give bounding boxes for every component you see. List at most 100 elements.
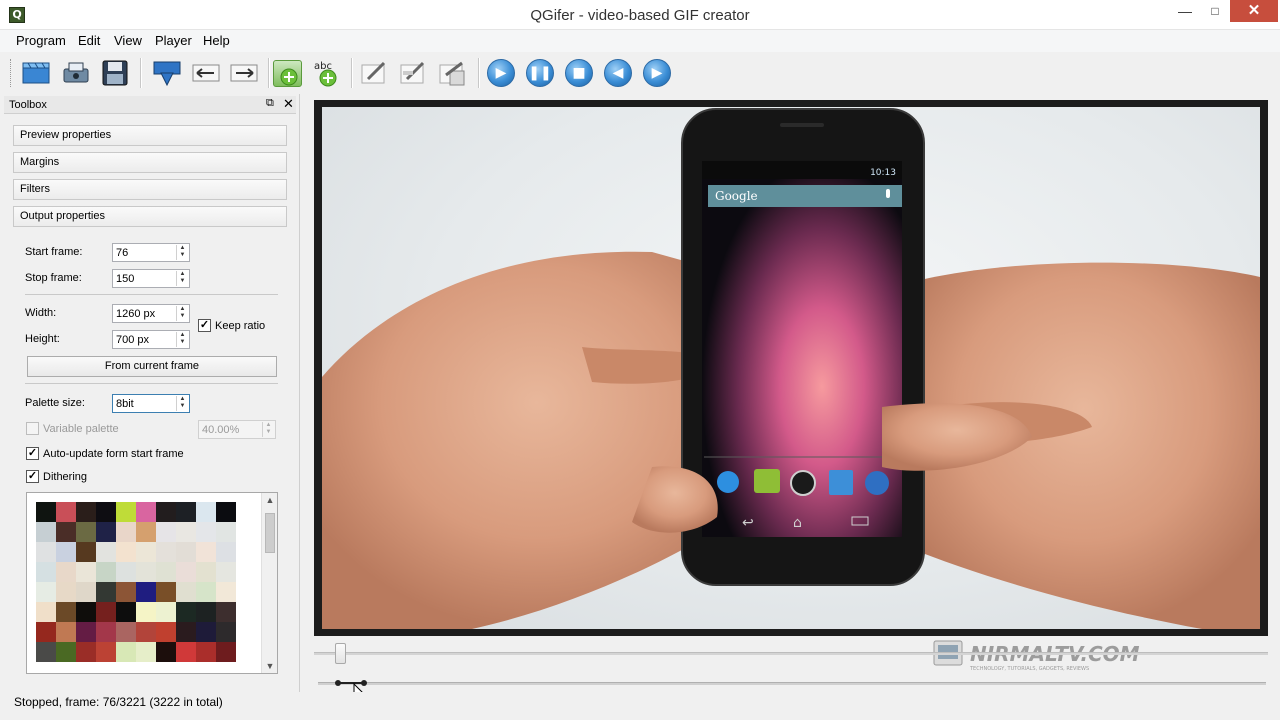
palette-swatch <box>216 522 236 542</box>
spin-down-icon[interactable]: ▼ <box>177 339 188 346</box>
spin-up-icon[interactable]: ▲ <box>263 422 274 429</box>
spin-up-icon[interactable]: ▲ <box>177 245 188 252</box>
palette-swatch <box>116 622 136 642</box>
height-spinbox[interactable]: 700 px ▲ ▼ <box>112 330 190 349</box>
palette-swatch <box>116 522 136 542</box>
palette-swatch <box>216 582 236 602</box>
divider <box>25 294 278 295</box>
variable-palette-label: Variable palette <box>43 423 119 435</box>
palette-swatch <box>36 522 56 542</box>
section-output-properties[interactable]: Output properties <box>13 206 287 227</box>
stop-frame-value: 150 <box>116 273 135 285</box>
palette-swatch <box>36 622 56 642</box>
spin-down-icon[interactable]: ▼ <box>177 313 188 320</box>
palette-swatch <box>136 502 156 522</box>
open-video-icon[interactable] <box>20 57 52 89</box>
palette-swatch <box>156 522 176 542</box>
palette-swatch <box>116 542 136 562</box>
next-icon[interactable]: ▶ <box>641 57 673 89</box>
play-icon[interactable]: ▶ <box>485 57 517 89</box>
dithering-label: Dithering <box>43 471 88 483</box>
spin-up-icon[interactable]: ▲ <box>177 396 188 403</box>
scroll-up-icon[interactable]: ▲ <box>262 493 277 507</box>
palette-swatch <box>76 542 96 562</box>
palette-swatch <box>136 622 156 642</box>
auto-update-checkbox[interactable]: ✓ <box>26 447 39 460</box>
palette-swatch <box>76 602 96 622</box>
extract-gif-icon[interactable] <box>60 57 92 89</box>
menu-player[interactable]: Player <box>155 33 192 48</box>
add-text-icon[interactable]: abc <box>311 57 343 89</box>
scroll-thumb[interactable] <box>265 513 275 553</box>
toolbar: abc ▶ ❚❚ ■ ◀ ▶ <box>0 52 1280 94</box>
palette-swatch <box>96 542 116 562</box>
width-spinbox[interactable]: 1260 px ▲ ▼ <box>112 304 190 323</box>
range-slider-track[interactable] <box>318 682 1266 685</box>
section-preview-properties[interactable]: Preview properties <box>13 125 287 146</box>
close-window-button[interactable]: ✕ <box>1230 0 1278 22</box>
toolbox-panel: Toolbox ⧉ ✕ Preview properties Margins F… <box>0 94 300 692</box>
palette-swatch <box>36 582 56 602</box>
palette-swatch <box>196 542 216 562</box>
stop-frame-spinbox[interactable]: 150 ▲ ▼ <box>112 269 190 288</box>
variable-palette-checkbox[interactable] <box>26 422 39 435</box>
maximize-button[interactable]: □ <box>1198 0 1232 22</box>
float-panel-icon[interactable]: ⧉ <box>266 97 274 110</box>
menu-help[interactable]: Help <box>203 33 230 48</box>
scroll-down-icon[interactable]: ▼ <box>262 659 277 673</box>
from-current-frame-button[interactable]: From current frame <box>27 356 277 377</box>
previous-icon[interactable]: ◀ <box>602 57 634 89</box>
save-gif-icon[interactable] <box>99 57 131 89</box>
menu-edit[interactable]: Edit <box>78 33 100 48</box>
palette-swatch <box>36 562 56 582</box>
variable-palette-spinbox[interactable]: 40.00% ▲ ▼ <box>198 420 276 439</box>
palette-swatch <box>196 582 216 602</box>
menu-view[interactable]: View <box>114 33 142 48</box>
set-frames-icon[interactable] <box>151 57 183 89</box>
stop-icon[interactable]: ■ <box>563 57 595 89</box>
toolbox-header: Toolbox ⧉ ✕ <box>4 96 296 114</box>
palette-swatch <box>76 522 96 542</box>
edit-text-icon[interactable] <box>397 57 429 89</box>
height-value: 700 px <box>116 334 150 346</box>
close-panel-icon[interactable]: ✕ <box>283 96 294 112</box>
menu-program[interactable]: Program <box>16 33 66 48</box>
spin-up-icon[interactable]: ▲ <box>177 306 188 313</box>
section-label: Output properties <box>20 210 105 222</box>
set-start-icon[interactable] <box>190 57 222 89</box>
spin-down-icon[interactable]: ▼ <box>177 252 188 259</box>
dithering-checkbox[interactable]: ✓ <box>26 470 39 483</box>
pause-icon[interactable]: ❚❚ <box>524 57 556 89</box>
palette-swatch <box>56 622 76 642</box>
palette-swatch <box>116 562 136 582</box>
palette-scrollbar[interactable]: ▲ ▼ <box>261 493 277 673</box>
toolbar-grip[interactable] <box>10 59 13 87</box>
svg-text:↩: ↩ <box>742 515 754 531</box>
palette-swatch <box>196 602 216 622</box>
palette-swatch <box>56 642 76 662</box>
set-stop-icon[interactable] <box>228 57 260 89</box>
spin-up-icon[interactable]: ▲ <box>177 332 188 339</box>
palette-swatch <box>216 542 236 562</box>
spin-down-icon[interactable]: ▼ <box>263 429 274 436</box>
video-frame: 10:13 Google ↩ ⌂ <box>322 107 1260 629</box>
section-filters[interactable]: Filters <box>13 179 287 200</box>
remove-object-icon[interactable] <box>436 57 468 89</box>
keep-ratio-checkbox[interactable]: ✓ <box>198 319 211 332</box>
status-text: Stopped, frame: 76/3221 (3222 in total) <box>14 695 223 709</box>
position-slider-handle[interactable] <box>335 643 346 664</box>
status-bar: Stopped, frame: 76/3221 (3222 in total) <box>0 692 1280 720</box>
position-slider-track[interactable] <box>314 652 1268 655</box>
start-frame-spinbox[interactable]: 76 ▲ ▼ <box>112 243 190 262</box>
spin-down-icon[interactable]: ▼ <box>177 278 188 285</box>
spin-up-icon[interactable]: ▲ <box>177 271 188 278</box>
section-margins[interactable]: Margins <box>13 152 287 173</box>
edit-object-icon[interactable] <box>358 57 390 89</box>
minimize-button[interactable]: — <box>1168 0 1202 22</box>
width-label: Width: <box>25 307 57 319</box>
palette-size-spinbox[interactable]: 8bit ▲ ▼ <box>112 394 190 413</box>
palette-swatch <box>156 542 176 562</box>
palette-swatch <box>36 542 56 562</box>
spin-down-icon[interactable]: ▼ <box>177 403 188 410</box>
add-object-icon[interactable] <box>272 57 304 89</box>
